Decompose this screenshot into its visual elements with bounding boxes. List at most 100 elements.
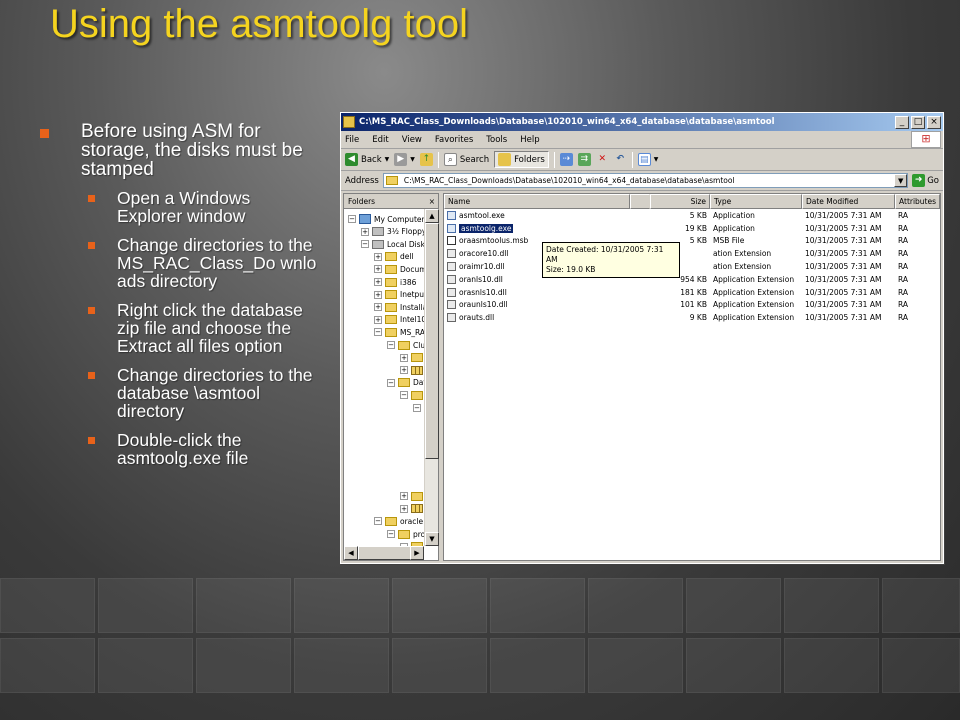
- close-button[interactable]: ×: [927, 115, 941, 129]
- file-tooltip: Date Created: 10/31/2005 7:31 AM Size: 1…: [542, 242, 680, 278]
- views-button[interactable]: ▤ ▼: [637, 153, 658, 166]
- file-row[interactable]: oranls10.dll 954 KB Application Extension 1…: [444, 273, 940, 286]
- copy-to-button[interactable]: ⇉: [577, 153, 591, 166]
- folder-icon: [385, 315, 397, 325]
- tree-item[interactable]: −102010_win6: [400, 389, 424, 401]
- address-dropdown-button[interactable]: ▼: [894, 174, 908, 187]
- expand-icon[interactable]: +: [374, 315, 382, 324]
- expand-icon[interactable]: +: [374, 303, 382, 312]
- dll-file-icon: [447, 300, 456, 310]
- collapse-icon[interactable]: −: [400, 391, 408, 400]
- tree-item[interactable]: − Database: [387, 377, 424, 389]
- go-button[interactable]: ➜ Go: [912, 174, 939, 187]
- tree-item[interactable]: + InstallationCD: [374, 301, 424, 313]
- expand-icon[interactable]: +: [361, 227, 369, 236]
- folder-icon: [411, 390, 423, 400]
- menu-view[interactable]: View: [402, 135, 422, 145]
- expand-icon[interactable]: +: [400, 492, 408, 501]
- menu-file[interactable]: File: [345, 135, 359, 145]
- collapse-icon[interactable]: −: [387, 530, 395, 538]
- file-row[interactable]: oracore10.dll ation Extension 10/31/2005 7…: [444, 247, 940, 260]
- minimize-button[interactable]: _: [895, 115, 909, 129]
- tree-item[interactable]: +102010_win6: [400, 352, 424, 364]
- folders-horizontal-scrollbar[interactable]: ◀ ▶: [344, 546, 424, 560]
- column-header-date-modified[interactable]: Date Modified: [802, 194, 895, 209]
- horizontal-scroll-thumb[interactable]: [358, 546, 418, 560]
- move-to-button[interactable]: ⇢: [559, 153, 573, 166]
- tree-item[interactable]: + dell: [374, 251, 414, 263]
- expand-icon[interactable]: +: [400, 366, 408, 375]
- forward-button[interactable]: ▶ ▼: [394, 153, 415, 166]
- collapse-icon[interactable]: −: [413, 404, 421, 412]
- up-folder-button[interactable]: ↑: [419, 153, 433, 166]
- search-button[interactable]: ⌕ Search: [443, 153, 490, 166]
- address-input[interactable]: C:\MS_RAC_Class_Downloads\Database\10201…: [382, 173, 909, 188]
- zip-folder-icon: [411, 365, 423, 375]
- tree-item[interactable]: − product: [387, 528, 424, 540]
- scroll-right-button[interactable]: ▶: [410, 546, 424, 560]
- undo-button[interactable]: ↶: [614, 153, 627, 166]
- scroll-up-button[interactable]: ▲: [425, 209, 439, 223]
- file-row[interactable]: asmtoolg.exe 19 KB Application 10/31/2005 7…: [444, 222, 940, 235]
- tree-item[interactable]: +102010_win6: [400, 364, 424, 376]
- scroll-left-button[interactable]: ◀: [344, 546, 358, 560]
- collapse-icon[interactable]: −: [374, 517, 382, 526]
- file-row[interactable]: oraunls10.dll 101 KB Application Extension…: [444, 299, 940, 312]
- maximize-button[interactable]: □: [911, 115, 925, 129]
- menu-tools[interactable]: Tools: [486, 135, 507, 145]
- expand-icon[interactable]: +: [400, 504, 408, 513]
- delete-button[interactable]: ✕: [596, 153, 609, 166]
- tree-item[interactable]: − My Computer: [348, 213, 424, 225]
- tree-item[interactable]: − Local Disk (C:): [361, 238, 424, 250]
- column-header-size[interactable]: Size: [650, 194, 710, 209]
- address-label: Address: [345, 175, 379, 186]
- delete-icon: ✕: [598, 154, 607, 164]
- tree-item[interactable]: + i386: [374, 276, 416, 288]
- tree-item[interactable]: − MS_RAC_Class_Dow: [374, 326, 424, 338]
- folders-vertical-scrollbar[interactable]: ▲ ▼: [424, 209, 439, 546]
- expand-icon[interactable]: +: [374, 252, 382, 261]
- collapse-icon[interactable]: −: [387, 341, 395, 349]
- expand-icon[interactable]: +: [374, 265, 382, 274]
- menu-edit[interactable]: Edit: [372, 135, 388, 145]
- collapse-icon[interactable]: −: [361, 240, 369, 249]
- tree-item[interactable]: −database: [413, 402, 424, 414]
- menu-help[interactable]: Help: [520, 135, 539, 145]
- collapse-icon[interactable]: −: [387, 378, 395, 387]
- tree-item[interactable]: +10201_client_wir: [400, 490, 424, 502]
- close-pane-button[interactable]: ×: [429, 197, 435, 206]
- tree-item[interactable]: +3½ Floppy (A:): [361, 226, 424, 238]
- file-name: orasnls10.dll: [459, 287, 507, 297]
- collapse-icon[interactable]: −: [374, 328, 382, 337]
- folder-icon: [398, 378, 410, 388]
- expand-icon[interactable]: +: [400, 353, 408, 362]
- collapse-icon[interactable]: −: [348, 215, 356, 223]
- file-type: MSB File: [713, 236, 745, 246]
- column-header-type[interactable]: Type: [710, 194, 802, 209]
- folders-button[interactable]: Folders: [494, 151, 549, 168]
- column-header-name[interactable]: Name: [444, 194, 630, 209]
- tree-item[interactable]: − Clusterware: [387, 339, 424, 351]
- window-titlebar[interactable]: C:\MS_RAC_Class_Downloads\Database\10201…: [341, 113, 943, 131]
- tree-item[interactable]: − oracle: [374, 515, 423, 527]
- expand-icon[interactable]: +: [374, 278, 382, 286]
- folder-icon: [385, 516, 397, 526]
- file-row[interactable]: orauts.dll 9 KB Application Extension 10/31…: [444, 311, 940, 324]
- application-icon: [447, 223, 456, 233]
- back-button[interactable]: ◀ Back ▼: [345, 153, 389, 166]
- column-header-attributes[interactable]: Attributes: [895, 194, 940, 209]
- scroll-thumb[interactable]: [425, 223, 439, 459]
- file-row[interactable]: oraasmtoolus.msb 5 KB MSB File 10/31/2005 7…: [444, 235, 940, 248]
- file-row[interactable]: oraimr10.dll ation Extension 10/31/2005 7:…: [444, 260, 940, 273]
- tree-item[interactable]: +p4547817_10202: [400, 503, 424, 515]
- tree-item[interactable]: + Documents and Setti: [374, 263, 424, 275]
- expand-icon[interactable]: +: [374, 290, 382, 299]
- folders-pane-header: Folders ×: [344, 194, 438, 209]
- search-label: Search: [459, 154, 490, 165]
- file-row[interactable]: asmtool.exe 5 KB Application 10/31/2005 7:3…: [444, 209, 940, 222]
- file-row[interactable]: orasnls10.dll 181 KB Application Extension…: [444, 286, 940, 299]
- tree-item[interactable]: + Inetpub: [374, 289, 424, 301]
- menu-favorites[interactable]: Favorites: [435, 135, 473, 145]
- scroll-down-button[interactable]: ▼: [425, 532, 439, 546]
- tree-item[interactable]: + Intel10.3: [374, 314, 424, 326]
